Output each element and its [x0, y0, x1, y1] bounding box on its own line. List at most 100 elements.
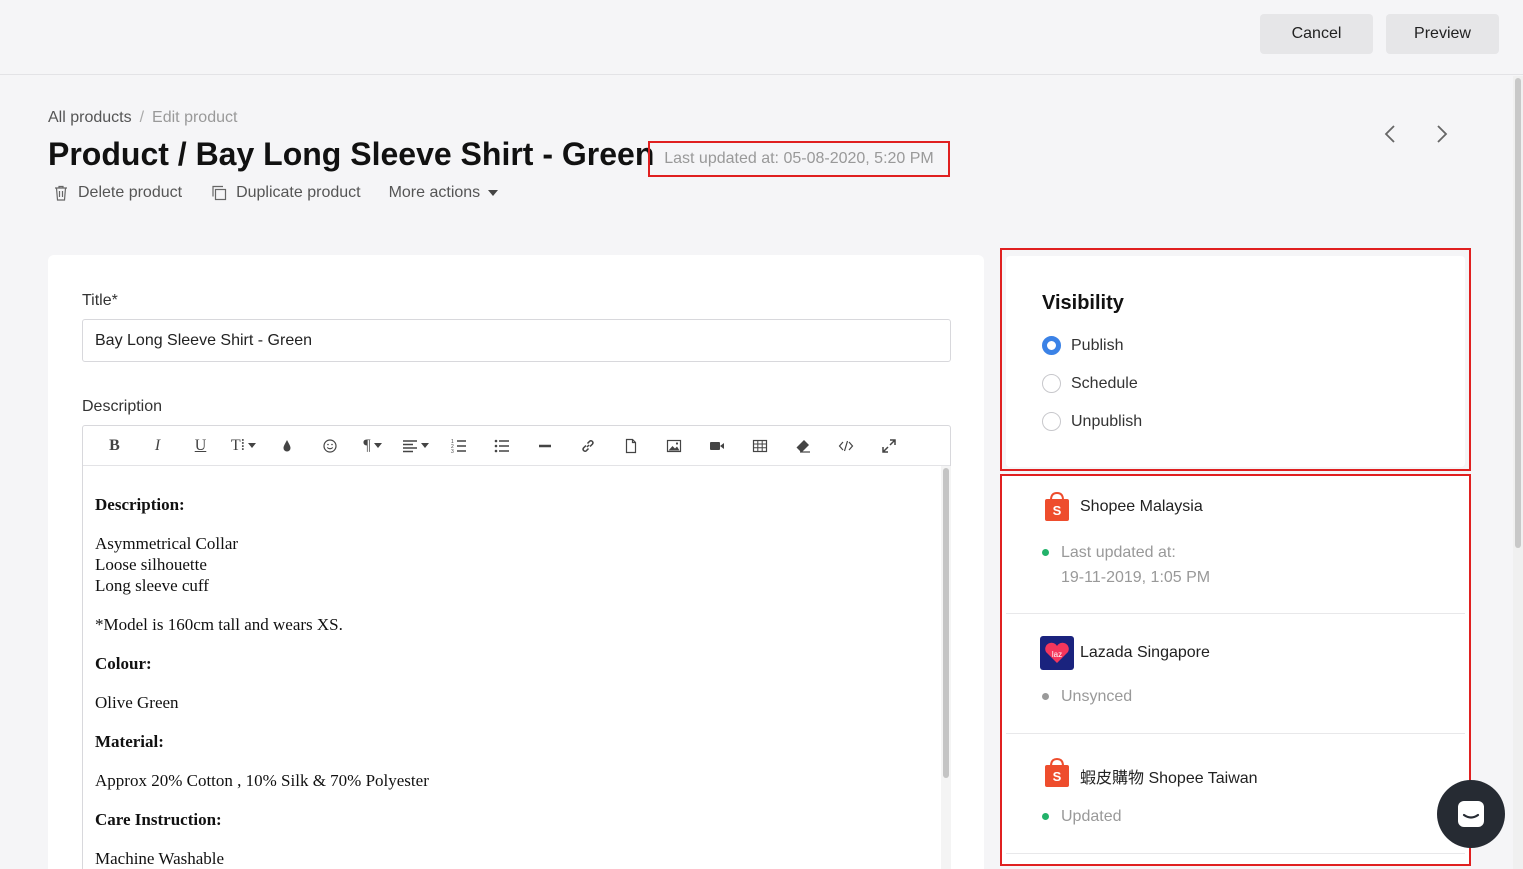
channel-status-timestamp: 19-11-2019, 1:05 PM	[1061, 569, 1211, 586]
paragraph-button[interactable]: ¶	[351, 431, 394, 461]
visibility-option-unpublish[interactable]: Unpublish	[1042, 412, 1142, 431]
description-label: Description	[82, 398, 163, 415]
channel-shopee-taiwan[interactable]: S 蝦皮購物 Shopee Taiwan Updated	[1006, 734, 1465, 854]
channel-lazada-singapore[interactable]: laz Lazada Singapore Unsynced	[1006, 614, 1465, 734]
visibility-option-label: Unpublish	[1071, 412, 1143, 430]
emoji-button[interactable]	[308, 431, 351, 461]
status-dot-green	[1042, 549, 1049, 556]
editor-scrollbar-thumb[interactable]	[943, 468, 949, 778]
shopee-logo-icon: S	[1040, 490, 1074, 524]
channel-name: Lazada Singapore	[1080, 644, 1210, 661]
last-updated-timestamp: Last updated at: 05-08-2020, 5:20 PM	[648, 141, 950, 177]
table-icon	[752, 439, 767, 452]
product-details-card: Title* Description B I U T⁞ ¶ 123	[48, 255, 984, 869]
bold-button[interactable]: B	[93, 431, 136, 461]
visibility-option-label: Publish	[1071, 336, 1124, 354]
paragraph-icon: ¶	[363, 436, 371, 454]
italic-icon: I	[154, 436, 161, 454]
text-color-button[interactable]	[265, 431, 308, 461]
code-view-icon	[838, 440, 853, 451]
unordered-list-button[interactable]	[480, 431, 523, 461]
description-features: Asymmetrical Collar Loose silhouette Lon…	[95, 533, 935, 596]
link-button[interactable]	[566, 431, 609, 461]
page-title: Product / Bay Long Sleeve Shirt - Green	[48, 136, 655, 172]
image-icon	[666, 439, 681, 452]
code-view-button[interactable]	[824, 431, 867, 461]
table-button[interactable]	[738, 431, 781, 461]
feature-line: Long sleeve cuff	[95, 576, 209, 595]
align-icon	[403, 439, 417, 452]
colour-value: Olive Green	[95, 693, 179, 712]
ordered-list-button[interactable]: 123	[437, 431, 480, 461]
horizontal-rule-icon	[538, 444, 551, 447]
title-input[interactable]	[82, 319, 951, 362]
chevron-right-icon	[1437, 125, 1448, 143]
feature-line: Asymmetrical Collar	[95, 534, 239, 553]
clear-format-button[interactable]	[781, 431, 824, 461]
svg-text:S: S	[1053, 503, 1062, 518]
underline-button[interactable]: U	[179, 431, 222, 461]
video-button[interactable]	[695, 431, 738, 461]
more-actions-dropdown[interactable]: More actions	[389, 184, 499, 202]
fullscreen-icon	[881, 438, 896, 453]
top-bar: Cancel Preview	[0, 0, 1523, 75]
visibility-card: Visibility Publish Schedule Unpublish	[1006, 256, 1465, 467]
duplicate-product-button[interactable]: Duplicate product	[210, 184, 361, 202]
italic-button[interactable]: I	[136, 431, 179, 461]
bold-icon: B	[109, 436, 120, 454]
channel-status: Last updated at: 19-11-2019, 1:05 PM	[1042, 540, 1210, 590]
channel-name: 蝦皮購物 Shopee Taiwan	[1080, 770, 1258, 787]
caret-down-icon	[488, 190, 499, 196]
more-actions-label: More actions	[388, 184, 481, 201]
preview-button[interactable]: Preview	[1386, 14, 1499, 54]
breadcrumb-current: Edit product	[152, 109, 238, 126]
chat-icon	[1458, 801, 1484, 827]
horizontal-rule-button[interactable]	[523, 431, 566, 461]
clear-format-icon	[796, 439, 810, 453]
next-product-button[interactable]	[1430, 122, 1454, 146]
description-heading: Description:	[95, 495, 185, 514]
chevron-left-icon	[1384, 125, 1395, 143]
radio-checked-icon[interactable]	[1042, 336, 1061, 355]
emoji-icon	[322, 438, 337, 453]
care-value: Machine Washable	[95, 849, 225, 868]
channel-status: Unsynced	[1042, 684, 1132, 709]
previous-product-button[interactable]	[1378, 122, 1402, 146]
radio-unchecked-icon[interactable]	[1042, 374, 1061, 393]
radio-unchecked-icon[interactable]	[1042, 412, 1061, 431]
channel-shopee-malaysia[interactable]: S Shopee Malaysia Last updated at: 19-11…	[1006, 476, 1465, 614]
text-size-icon: T⁞	[230, 436, 246, 454]
visibility-title: Visibility	[1042, 292, 1124, 314]
text-size-button[interactable]: T⁞	[222, 431, 265, 461]
visibility-option-schedule[interactable]: Schedule	[1042, 374, 1138, 393]
fullscreen-button[interactable]	[867, 431, 910, 461]
unordered-list-icon	[494, 439, 509, 452]
chat-widget-button[interactable]	[1437, 780, 1505, 848]
channel-status-text: Last updated at:	[1061, 544, 1176, 561]
material-heading: Material:	[95, 732, 164, 751]
underline-icon: U	[194, 436, 207, 454]
delete-product-label: Delete product	[78, 184, 183, 201]
title-label: Title*	[82, 292, 118, 309]
svg-text:3: 3	[451, 449, 454, 454]
image-button[interactable]	[652, 431, 695, 461]
breadcrumb-all-products[interactable]: All products	[48, 109, 132, 127]
care-heading: Care Instruction:	[95, 810, 222, 829]
page-scrollbar-thumb[interactable]	[1515, 78, 1521, 548]
cancel-button[interactable]: Cancel	[1260, 14, 1373, 54]
sales-channels-panel: S Shopee Malaysia Last updated at: 19-11…	[1000, 474, 1471, 866]
visibility-panel-highlight: Visibility Publish Schedule Unpublish	[1000, 248, 1471, 471]
description-editor[interactable]: B I U T⁞ ¶ 123 Description: Asymmetrical…	[82, 425, 951, 869]
svg-text:S: S	[1053, 769, 1062, 784]
delete-product-button[interactable]: Delete product	[52, 184, 182, 202]
file-button[interactable]	[609, 431, 652, 461]
align-button[interactable]	[394, 431, 437, 461]
visibility-option-publish[interactable]: Publish	[1042, 336, 1123, 355]
description-content[interactable]: Description: Asymmetrical Collar Loose s…	[95, 494, 935, 869]
breadcrumb: All products / Edit product	[48, 109, 237, 127]
color-drop-icon	[283, 439, 290, 451]
channel-status-text: Unsynced	[1061, 688, 1133, 705]
file-icon	[625, 438, 636, 453]
editor-toolbar: B I U T⁞ ¶ 123	[83, 426, 950, 466]
svg-text:laz: laz	[1052, 650, 1062, 659]
